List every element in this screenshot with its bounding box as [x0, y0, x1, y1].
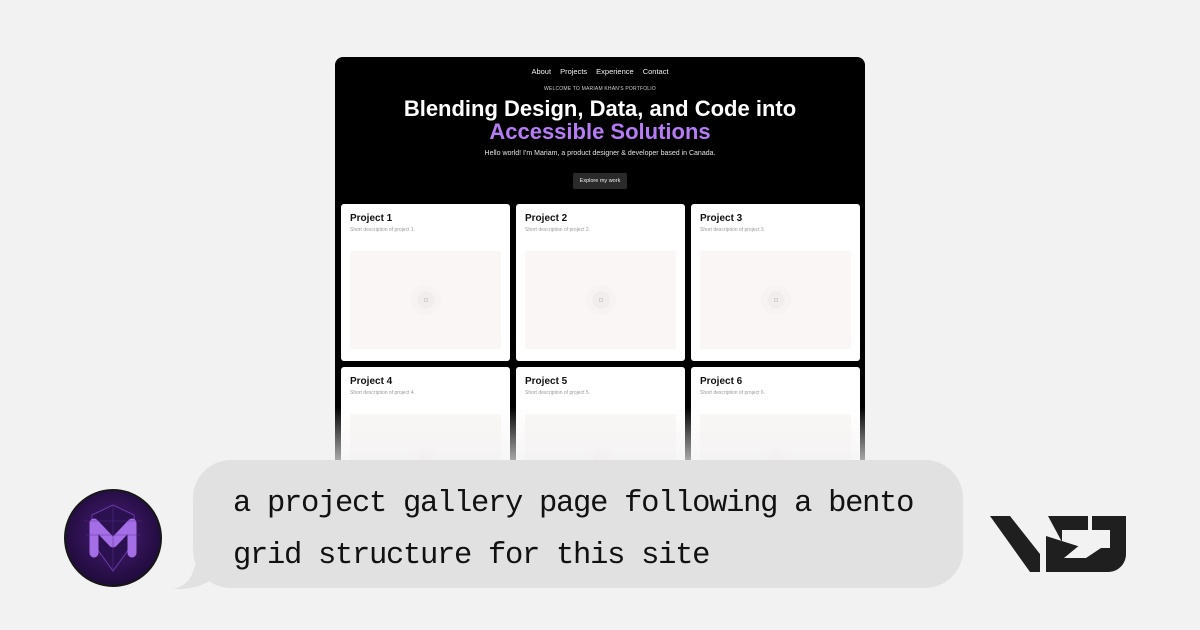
project-image	[525, 251, 676, 349]
m-logo-avatar-icon	[64, 489, 162, 587]
project-description: Short description of project 3.	[700, 227, 766, 233]
hero-intro: Hello world! I'm Mariam, a product desig…	[484, 150, 716, 157]
nav-about[interactable]: About	[531, 67, 551, 76]
portfolio-preview: About Projects Experience Contact WELCOM…	[335, 57, 865, 497]
chat-bubble: a project gallery page following a bento…	[193, 460, 963, 588]
headline-line-2: Accessible Solutions	[489, 119, 711, 144]
project-image	[700, 251, 851, 349]
project-description: Short description of project 6.	[700, 390, 766, 396]
project-description: Short description of project 2.	[525, 227, 591, 233]
project-card[interactable]: Project 1 Short description of project 1…	[341, 204, 510, 361]
project-description: Short description of project 5.	[525, 390, 591, 396]
nav-projects[interactable]: Projects	[560, 67, 587, 76]
image-placeholder-icon	[410, 285, 441, 315]
project-title: Project 1	[350, 213, 393, 224]
project-description: Short description of project 4.	[350, 390, 416, 396]
v0-logo-icon	[990, 516, 1126, 572]
top-nav: About Projects Experience Contact	[335, 57, 865, 76]
project-title: Project 5	[525, 376, 568, 387]
project-image	[350, 251, 501, 349]
headline-line-1: Blending Design, Data, and Code into	[403, 96, 797, 121]
explore-work-button[interactable]: Explore my work	[572, 173, 628, 189]
project-card[interactable]: Project 2 Short description of project 2…	[516, 204, 685, 361]
project-title: Project 2	[525, 213, 568, 224]
image-placeholder-icon	[760, 285, 791, 315]
project-description: Short description of project 1.	[350, 227, 416, 233]
nav-experience[interactable]: Experience	[596, 67, 634, 76]
project-card[interactable]: Project 3 Short description of project 3…	[691, 204, 860, 361]
nav-contact[interactable]: Contact	[643, 67, 669, 76]
hero-headline: Blending Design, Data, and Code into Acc…	[335, 97, 865, 143]
project-title: Project 4	[350, 376, 393, 387]
hero-eyebrow: WELCOME TO MARIAM KHAN'S PORTFOLIO	[544, 86, 656, 92]
image-placeholder-icon	[585, 285, 616, 315]
project-title: Project 6	[700, 376, 743, 387]
chat-prompt-text: a project gallery page following a bento…	[233, 487, 914, 573]
project-title: Project 3	[700, 213, 743, 224]
